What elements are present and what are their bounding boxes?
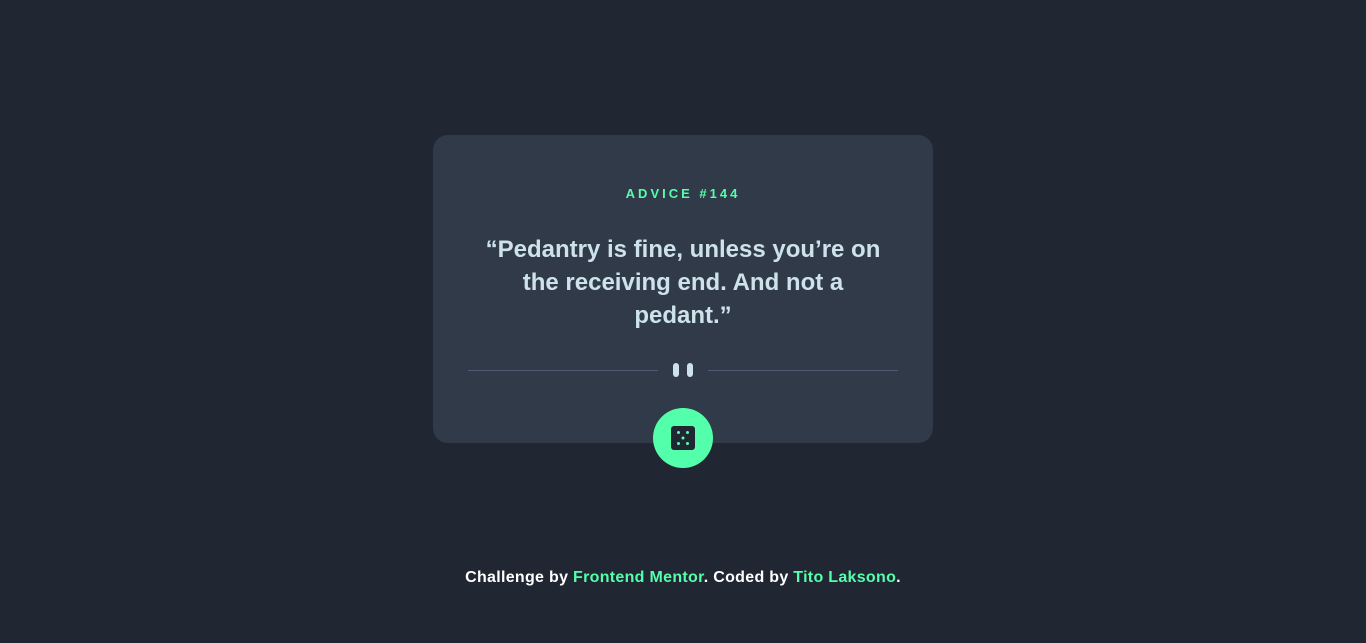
advice-card: ADVICE #144 “Pedantry is fine, unless yo… xyxy=(433,135,933,443)
page: ADVICE #144 “Pedantry is fine, unless yo… xyxy=(0,0,1366,643)
advice-id: ADVICE #144 xyxy=(625,186,741,201)
divider xyxy=(468,361,898,381)
frontend-mentor-link[interactable]: Frontend Mentor xyxy=(573,569,704,586)
divider-line-left xyxy=(468,370,658,371)
attribution-suffix: . xyxy=(896,569,901,586)
attribution: Challenge by Frontend Mentor. Coded by T… xyxy=(0,569,1366,587)
pause-icon xyxy=(673,363,693,377)
advice-quote: “Pedantry is fine, unless you’re on the … xyxy=(485,236,881,329)
attribution-middle: . Coded by xyxy=(703,569,794,586)
author-link[interactable]: Tito Laksono xyxy=(793,569,896,586)
attribution-prefix: Challenge by xyxy=(465,569,574,586)
divider-line-right xyxy=(708,370,898,371)
dice-icon xyxy=(671,426,695,450)
generate-advice-button[interactable] xyxy=(653,408,713,468)
